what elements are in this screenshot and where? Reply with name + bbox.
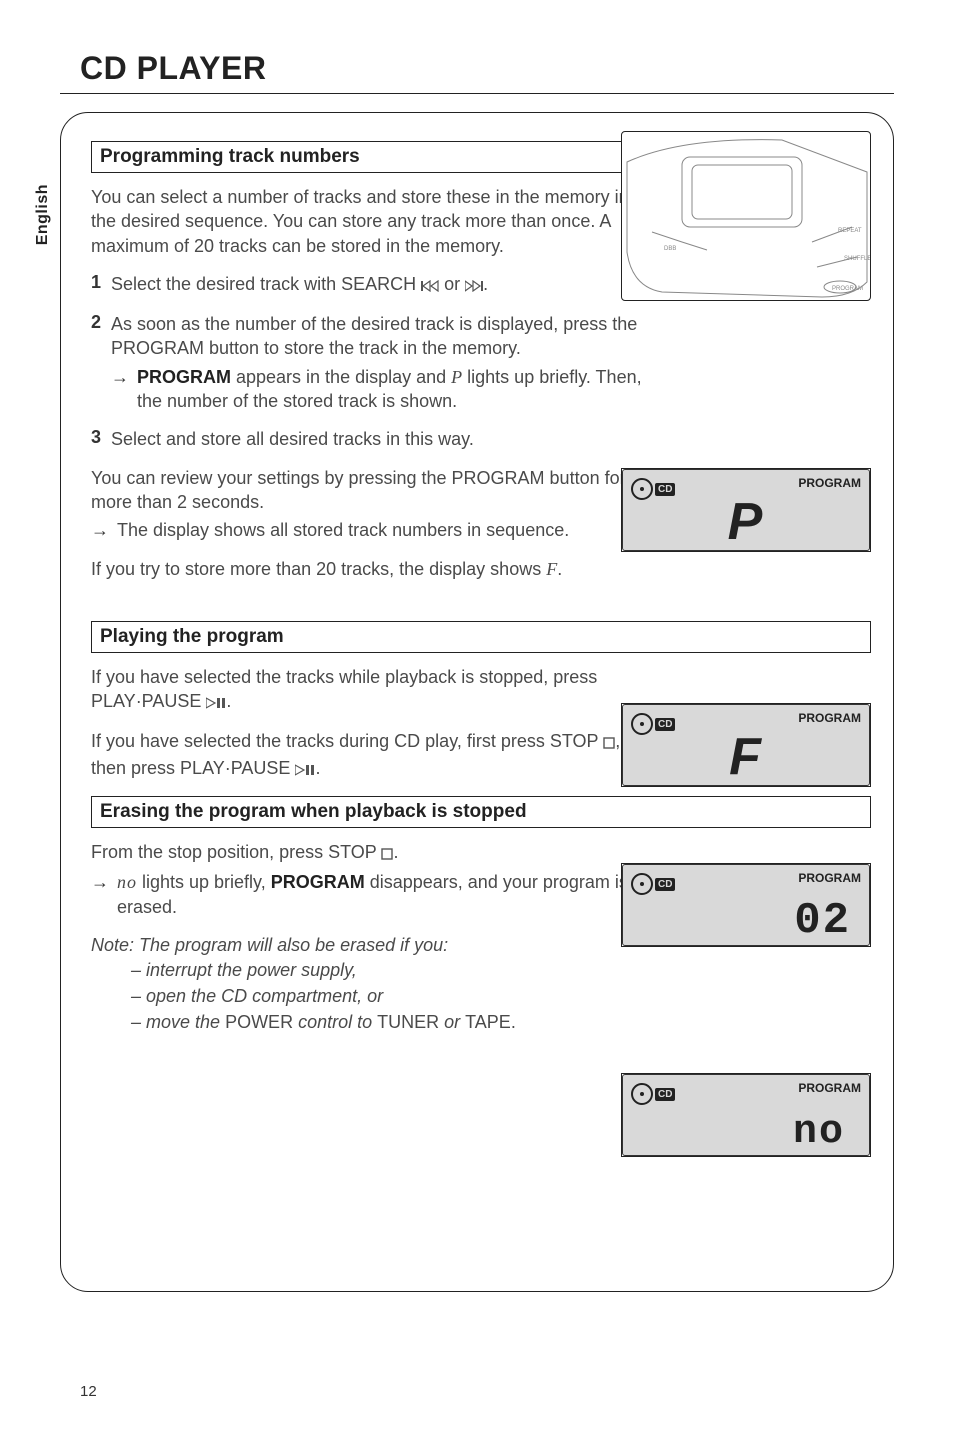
- note-last-power: POWER: [225, 1012, 293, 1032]
- erase-p1-pre: From the stop position, press STOP: [91, 842, 381, 862]
- svg-text:SHUFFLE: SHUFFLE: [844, 256, 871, 262]
- disc-icon: [631, 1083, 653, 1105]
- language-tab: English: [34, 184, 52, 245]
- device-illustration: DBB REPEAT SHUFFLE PROGRAM: [621, 131, 871, 301]
- p-glyph: P: [451, 367, 462, 387]
- cd-indicator: CD: [631, 873, 675, 895]
- lcd-main-p: P: [623, 496, 869, 548]
- play-paragraph-1: If you have selected the tracks while pl…: [91, 665, 651, 716]
- program-indicator: PROGRAM: [798, 711, 861, 725]
- cd-label: CD: [655, 878, 675, 891]
- note-item: interrupt the power supply,: [131, 957, 666, 983]
- svg-text:REPEAT: REPEAT: [838, 228, 862, 234]
- play-p1-post: .: [226, 691, 231, 711]
- svg-text:PROGRAM: PROGRAM: [832, 286, 863, 292]
- step-3: 3 Select and store all desired tracks in…: [91, 427, 671, 451]
- step-1-number: 1: [91, 272, 111, 298]
- step-2: 2 As soon as the number of the desired t…: [91, 312, 671, 413]
- step-1: 1 Select the desired track with SEARCH o…: [91, 272, 671, 298]
- section-heading-erasing: Erasing the program when playback is sto…: [91, 796, 871, 828]
- note-list: interrupt the power supply, open the CD …: [91, 957, 666, 1035]
- program-indicator: PROGRAM: [798, 871, 861, 885]
- play-p2-post: .: [315, 758, 320, 778]
- step-1-text: Select the desired track with SEARCH or …: [111, 272, 671, 298]
- step-1-post: .: [483, 274, 488, 294]
- note-last-tuner: TUNER: [377, 1012, 439, 1032]
- erase-sub: no lights up briefly, PROGRAM disappears…: [117, 870, 666, 919]
- step-1-pre: Select the desired track with SEARCH: [111, 274, 421, 294]
- program-label-bold: PROGRAM: [137, 367, 231, 387]
- cd-label: CD: [655, 718, 675, 731]
- play-p2-pre: If you have selected the tracks during C…: [91, 731, 603, 751]
- overflow-post: .: [557, 559, 562, 579]
- erase-paragraph: From the stop position, press STOP . → n…: [91, 840, 666, 919]
- page-number: 12: [80, 1383, 97, 1400]
- content-frame: Programming track numbers You can select…: [60, 112, 894, 1292]
- erase-p1-post: .: [393, 842, 398, 862]
- page-title: CD PLAYER: [80, 50, 894, 87]
- review-sub: The display shows all stored track numbe…: [117, 518, 569, 542]
- no-glyph: no: [117, 872, 137, 892]
- prog-intro: You can select a number of tracks and st…: [91, 185, 651, 258]
- lcd-display-f: CD PROGRAM F: [621, 703, 871, 787]
- play-pause-icon: [206, 691, 226, 715]
- step-3-text: Select and store all desired tracks in t…: [111, 427, 671, 451]
- play-p1-pre: If you have selected the tracks while pl…: [91, 667, 597, 711]
- play-pause-icon: [295, 758, 315, 782]
- arrow-icon: →: [111, 365, 137, 414]
- cd-indicator: CD: [631, 1083, 675, 1105]
- erase-sub-bold: PROGRAM: [271, 872, 365, 892]
- cd-label: CD: [655, 483, 675, 496]
- step-2-sub-pre: appears in the display and: [231, 367, 451, 387]
- cd-label: CD: [655, 1088, 675, 1101]
- section-heading-playing: Playing the program: [91, 621, 871, 653]
- overflow-pre: If you try to store more than 20 tracks,…: [91, 559, 546, 579]
- overflow-paragraph: If you try to store more than 20 tracks,…: [91, 557, 651, 581]
- note-last-mid: control to: [293, 1012, 377, 1032]
- note-item: open the CD compartment, or: [131, 983, 666, 1009]
- note-last-pre: move the: [146, 1012, 225, 1032]
- lcd-display-no: CD PROGRAM no: [621, 1073, 871, 1157]
- svg-text:DBB: DBB: [664, 246, 676, 252]
- title-rule: [60, 93, 894, 94]
- note-last-or: or: [439, 1012, 465, 1032]
- note-title: Note: The program will also be erased if…: [91, 935, 448, 955]
- prev-track-icon: [421, 274, 439, 298]
- f-glyph: F: [546, 559, 557, 579]
- stop-icon: [381, 842, 393, 866]
- step-3-number: 3: [91, 427, 111, 451]
- lcd-main-no: no: [623, 1113, 869, 1153]
- lcd-main-f: F: [623, 731, 869, 783]
- review-paragraph: You can review your settings by pressing…: [91, 466, 651, 543]
- note-block: Note: The program will also be erased if…: [91, 933, 666, 1036]
- step-2-body: As soon as the number of the desired tra…: [111, 314, 637, 358]
- stop-icon: [603, 731, 615, 755]
- lcd-main-02: 02: [623, 899, 869, 943]
- note-last-tape: TAPE.: [465, 1012, 516, 1032]
- lcd-display-02: CD PROGRAM 02: [621, 863, 871, 947]
- next-track-icon: [465, 274, 483, 298]
- review-text: You can review your settings by pressing…: [91, 468, 626, 512]
- play-paragraph-2: If you have selected the tracks during C…: [91, 729, 651, 782]
- disc-icon: [631, 873, 653, 895]
- step-2-sub: PROGRAM appears in the display and P lig…: [137, 365, 671, 414]
- arrow-icon: →: [91, 518, 117, 542]
- note-item: move the POWER control to TUNER or TAPE.: [131, 1009, 666, 1035]
- lcd-display-p: CD PROGRAM P: [621, 468, 871, 552]
- arrow-icon: →: [91, 870, 117, 919]
- step-2-text: As soon as the number of the desired tra…: [111, 312, 671, 413]
- program-indicator: PROGRAM: [798, 476, 861, 490]
- step-2-number: 2: [91, 312, 111, 413]
- step-1-mid: or: [439, 274, 465, 294]
- erase-sub-pre: lights up briefly,: [137, 872, 271, 892]
- program-indicator: PROGRAM: [798, 1081, 861, 1095]
